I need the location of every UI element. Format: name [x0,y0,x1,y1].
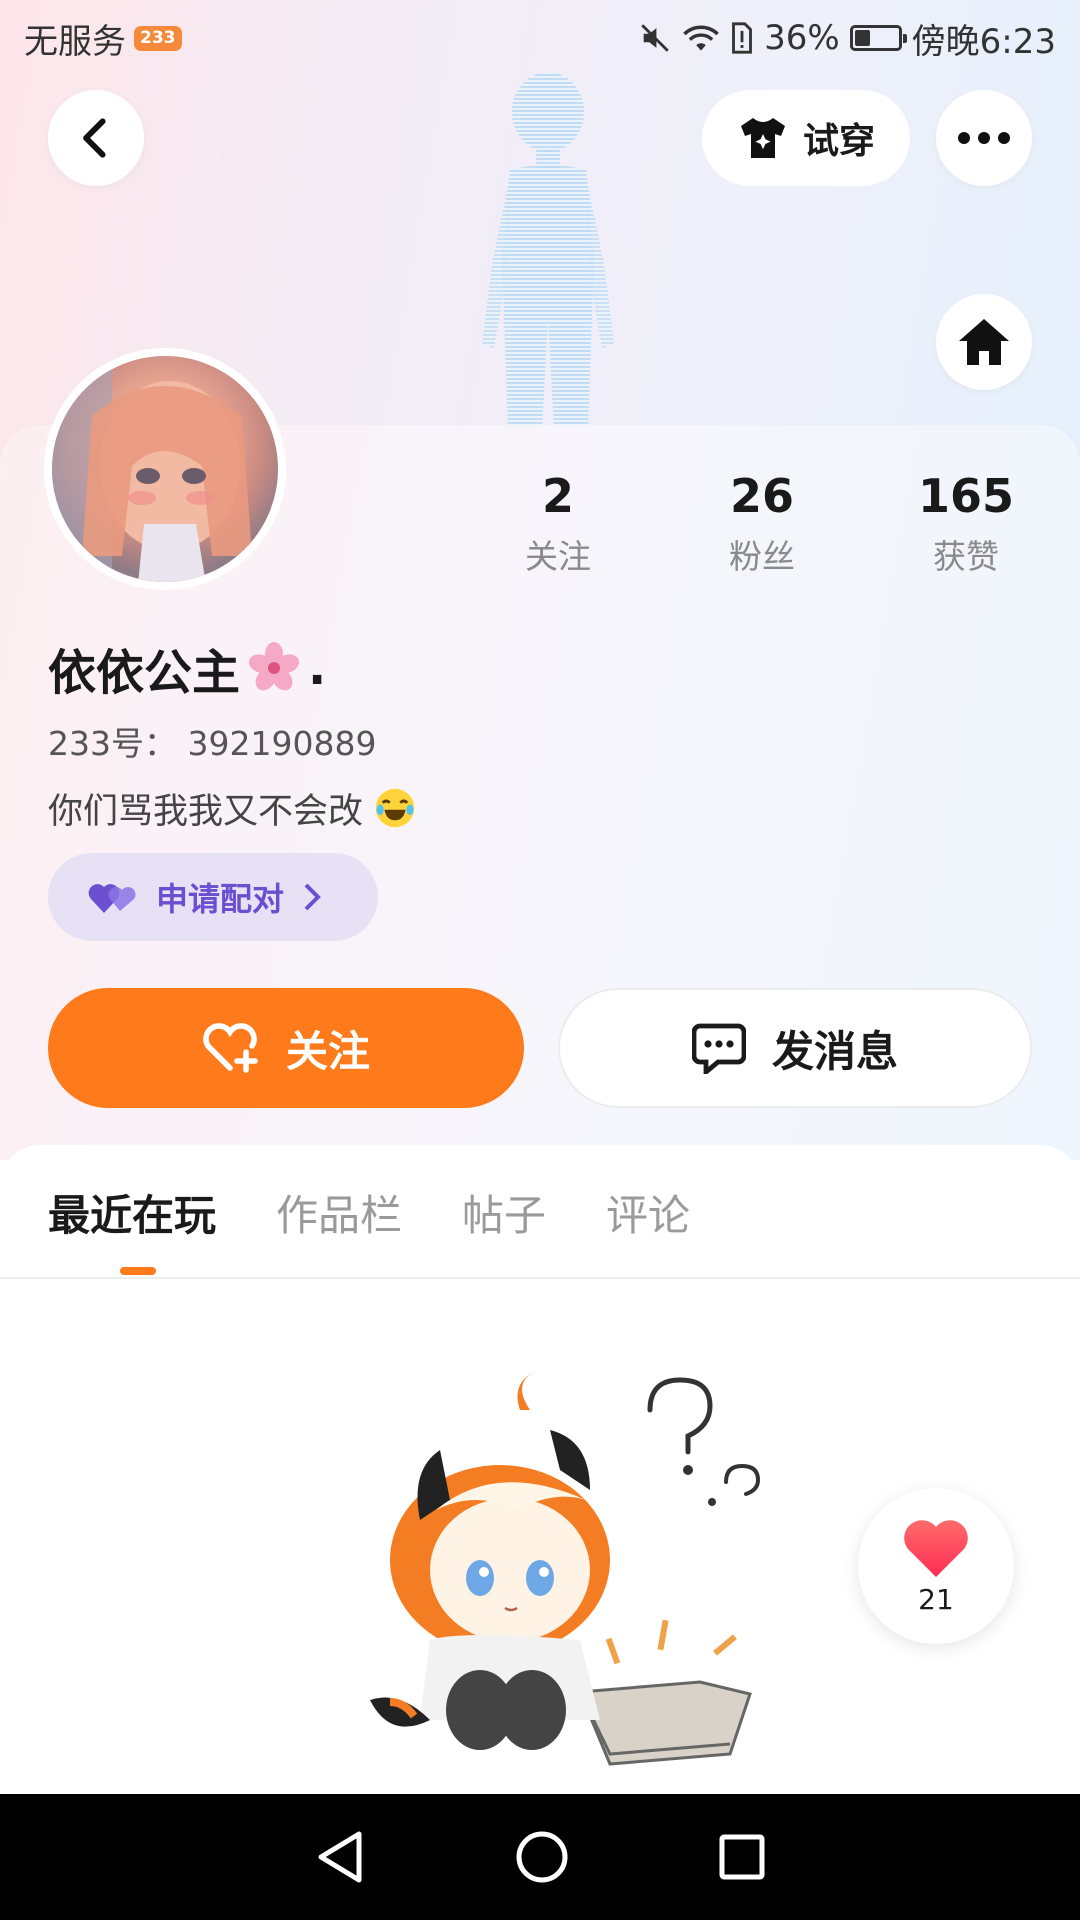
battery-percent: 36% [764,18,840,58]
heart-add-icon [203,1023,258,1073]
followers-label: 粉丝 [729,537,795,576]
battery-icon [849,25,907,51]
tab-recently-played[interactable]: 最近在玩 [48,1182,216,1243]
more-button[interactable] [936,90,1032,186]
heart-icon [904,1519,968,1577]
status-bar: 无服务 233 36% 傍晚6:23 [0,0,1080,76]
sim-alert-icon [732,22,752,54]
like-count: 21 [918,1582,954,1616]
chat-bubble-icon [691,1023,746,1074]
clock: 傍晚6:23 [911,21,1056,62]
tshirt-icon [740,118,785,158]
profile-bio-text: 你们骂我我又不会改 [48,792,364,832]
stat-likes[interactable]: 165 获赞 [886,468,1046,578]
empty-state-illustration [370,1370,761,1766]
back-button[interactable] [48,90,144,186]
following-count: 2 [541,469,574,523]
carrier-badge: 233 [134,25,182,51]
active-tab-indicator [120,1267,156,1275]
carrier-text: 无服务 [24,21,126,62]
system-navigation-bar [0,1794,1080,1920]
chevron-left-icon [83,118,106,158]
sakura-icon [248,642,300,691]
try-on-label: 试穿 [802,121,875,162]
avatar[interactable] [44,348,286,590]
home-icon [959,319,1009,365]
profile-name-text: 依依公主 [48,645,241,701]
wifi-icon [683,25,719,51]
character-silhouette [482,72,614,430]
user-id: 233号： 392190889 [48,724,377,763]
mute-icon [641,24,669,52]
stat-followers[interactable]: 26 粉丝 [682,468,842,578]
likes-count: 165 [917,469,1015,523]
chevron-right-icon [304,883,321,911]
follow-button[interactable]: 关注 [48,988,524,1108]
try-on-button[interactable]: 试穿 [702,90,910,186]
back-triangle-icon[interactable] [315,1830,365,1884]
tab-works[interactable]: 作品栏 [276,1182,402,1243]
followers-count: 26 [729,469,794,523]
send-message-button[interactable]: 发消息 [558,988,1032,1108]
tab-comments[interactable]: 评论 [606,1182,690,1243]
following-label: 关注 [525,537,591,576]
profile-name-suffix: . [308,640,327,696]
match-request-label: 申请配对 [156,880,285,918]
send-message-label: 发消息 [771,1026,898,1076]
profile-bio: 你们骂我我又不会改 [48,783,416,834]
avatar-image [52,356,278,582]
recents-square-icon[interactable] [719,1834,765,1880]
home-button[interactable] [936,294,1032,390]
profile-tabs: 最近在玩 作品栏 帖子 评论 [48,1182,690,1243]
more-horizontal-icon [958,132,1010,144]
likes-label: 获赞 [933,537,999,576]
like-button[interactable]: 21 [858,1488,1014,1644]
stat-following[interactable]: 2 关注 [478,468,638,578]
match-request-button[interactable]: 申请配对 [48,853,378,941]
tab-posts[interactable]: 帖子 [462,1182,546,1243]
profile-name: 依依公主 . [48,633,326,703]
heart-pair-icon [88,884,136,913]
laugh-cry-emoji-icon [375,788,415,828]
tabs-divider [0,1277,1080,1279]
follow-label: 关注 [285,1026,370,1076]
home-circle-icon[interactable] [516,1831,568,1883]
